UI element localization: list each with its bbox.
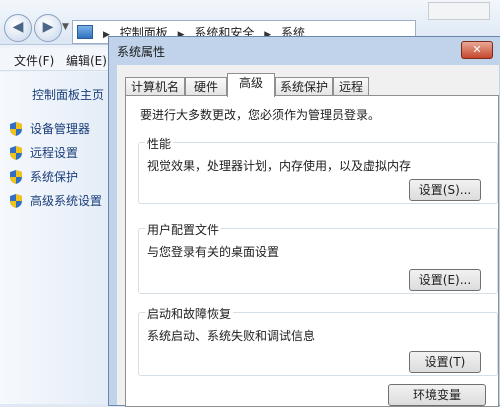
- system-properties-dialog: 系统属性 ✕ 计算机名 硬件 高级 系统保护 远程 要进行大多数更改，您必须作为…: [108, 36, 500, 407]
- startup-recovery-settings-button[interactable]: 设置(T): [409, 351, 481, 373]
- sidebar-item-label: 设备管理器: [30, 122, 91, 136]
- shield-icon: [10, 169, 22, 184]
- tab-remote[interactable]: 远程: [333, 77, 369, 96]
- admin-note: 要进行大多数更改，您必须作为管理员登录。: [140, 108, 381, 122]
- performance-settings-button[interactable]: 设置(S)...: [409, 179, 481, 201]
- menu-bar: 文件(F) 编辑(E): [0, 48, 112, 71]
- environment-variables-button[interactable]: 环境变量: [388, 384, 486, 406]
- group-legend: 启动和故障恢复: [145, 305, 234, 322]
- tab-hardware[interactable]: 硬件: [185, 77, 227, 96]
- performance-group: 性能 视觉效果，处理器计划，内存使用，以及虚拟内存 设置(S)...: [138, 135, 498, 204]
- sidebar-item-system-protection[interactable]: 系统保护: [10, 168, 78, 186]
- shield-icon: [10, 121, 22, 136]
- sidebar-home-link[interactable]: 控制面板主页: [32, 86, 104, 103]
- menu-edit[interactable]: 编辑(E): [66, 52, 107, 69]
- sidebar-item-advanced-settings[interactable]: 高级系统设置: [10, 192, 102, 210]
- shield-icon: [10, 193, 22, 208]
- tab-computer-name[interactable]: 计算机名: [125, 77, 185, 96]
- dialog-body: 计算机名 硬件 高级 系统保护 远程 要进行大多数更改，您必须作为管理员登录。 …: [117, 65, 499, 407]
- group-legend: 性能: [145, 135, 174, 152]
- user-profiles-settings-button[interactable]: 设置(E)...: [409, 269, 481, 291]
- menu-file[interactable]: 文件(F): [14, 52, 54, 69]
- sidebar-item-label: 高级系统设置: [30, 194, 103, 208]
- advanced-tab-panel: 要进行大多数更改，您必须作为管理员登录。 性能 视觉效果，处理器计划，内存使用，…: [125, 95, 499, 407]
- group-description: 系统启动、系统失败和调试信息: [147, 329, 316, 343]
- forward-button[interactable]: ▶: [34, 14, 62, 42]
- sidebar-item-remote-settings[interactable]: 远程设置: [10, 144, 78, 162]
- group-legend: 用户配置文件: [145, 221, 222, 238]
- sidebar-item-label: 系统保护: [30, 170, 79, 184]
- recent-pages-chevron-icon[interactable]: ▼: [62, 22, 69, 32]
- startup-recovery-group: 启动和故障恢复 系统启动、系统失败和调试信息 设置(T): [138, 305, 498, 376]
- close-button[interactable]: ✕: [461, 41, 493, 59]
- group-description: 视觉效果，处理器计划，内存使用，以及虚拟内存: [147, 159, 412, 173]
- control-panel-icon: [77, 25, 93, 39]
- tab-system-protection[interactable]: 系统保护: [275, 77, 333, 96]
- tab-advanced[interactable]: 高级: [227, 73, 275, 97]
- group-description: 与您登录有关的桌面设置: [147, 245, 280, 259]
- sidebar-item-device-manager[interactable]: 设备管理器: [10, 120, 90, 138]
- sidebar-item-label: 远程设置: [30, 146, 79, 160]
- back-button[interactable]: ◀: [4, 14, 32, 42]
- sidebar: 控制面板主页 设备管理器 远程设置 系统保护 高级系统设置: [0, 72, 112, 404]
- dialog-title: 系统属性: [117, 45, 166, 59]
- search-box[interactable]: [428, 2, 490, 20]
- user-profiles-group: 用户配置文件 与您登录有关的桌面设置 设置(E)...: [138, 221, 498, 294]
- shield-icon: [10, 145, 22, 160]
